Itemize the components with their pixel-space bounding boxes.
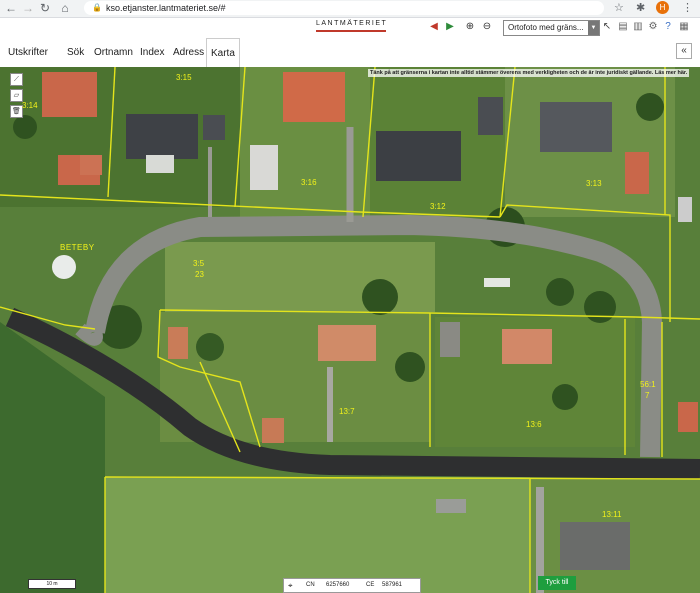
collapse-panel-icon[interactable]: «: [676, 43, 692, 59]
crosshair-icon[interactable]: ⌖: [288, 579, 293, 592]
layer-select[interactable]: Ortofoto med gräns... ▼: [503, 20, 600, 36]
arrow-left-icon[interactable]: ◀: [428, 21, 440, 33]
property-label: 3:15: [176, 73, 192, 82]
map-view[interactable]: Tänk på att gränserna i kartan inte allt…: [0, 67, 700, 593]
property-label: 7: [645, 391, 650, 400]
property-label: 3:5: [193, 259, 205, 268]
zoom-in-icon[interactable]: ⊕: [464, 21, 476, 33]
orthophoto: [0, 67, 700, 593]
property-label: 3:13: [586, 179, 602, 188]
grid-icon[interactable]: ▦: [678, 21, 690, 33]
app-header: LANTMÄTERIET ◀ ▶ ⊕ ⊖ Ortofoto med gräns.…: [0, 18, 700, 38]
tab-index[interactable]: Index: [136, 45, 168, 61]
home-icon[interactable]: ⌂: [58, 1, 72, 15]
feedback-button[interactable]: Tyck till: [538, 576, 576, 590]
arrow-right-icon[interactable]: ▶: [444, 21, 456, 33]
help-icon[interactable]: ?: [662, 21, 674, 33]
tab-utskrifter[interactable]: Utskrifter: [4, 45, 52, 61]
coordinate-readout: ⌖ CN 6257660 CE 587961: [283, 578, 421, 593]
tab-sok[interactable]: Sök: [63, 45, 88, 61]
extensions-icon[interactable]: ✱: [636, 1, 645, 15]
address-bar[interactable]: 🔒 kso.etjanster.lantmateriet.se/#: [84, 1, 604, 15]
place-name: BETEBY: [60, 243, 95, 252]
property-label: 13:7: [339, 407, 355, 416]
property-label: 3:12: [430, 202, 446, 211]
property-label: 13:11: [602, 510, 622, 519]
disclaimer-text[interactable]: Tänk på att gränserna i kartan inte allt…: [368, 69, 690, 77]
logo: LANTMÄTERIET: [316, 20, 386, 34]
tab-karta[interactable]: Karta: [206, 38, 240, 67]
url-text: kso.etjanster.lantmateriet.se/#: [106, 3, 226, 13]
chevron-down-icon: ▼: [588, 21, 599, 35]
browser-toolbar: ← → ↻ ⌂ 🔒 kso.etjanster.lantmateriet.se/…: [0, 0, 700, 18]
zoom-out-icon[interactable]: ⊖: [481, 21, 493, 33]
property-label: 13:6: [526, 420, 542, 429]
tab-adress[interactable]: Adress: [169, 45, 208, 61]
property-label: 23: [195, 270, 204, 279]
measure-distance-icon[interactable]: ⟋: [10, 73, 23, 86]
scale-bar: 10 m: [28, 579, 76, 589]
menu-icon[interactable]: ⋮: [682, 1, 693, 15]
lock-icon: 🔒: [92, 3, 102, 12]
property-label: 56:1: [640, 380, 656, 389]
settings-icon[interactable]: ⚙: [647, 21, 659, 33]
forward-icon[interactable]: →: [21, 1, 35, 15]
avatar[interactable]: H: [656, 1, 669, 14]
property-label: 3:14: [22, 101, 38, 110]
tab-bar: Utskrifter Sök Ortnamn Index Adress Kart…: [0, 38, 700, 68]
property-label: 3:16: [301, 178, 317, 187]
cursor-icon[interactable]: ↖: [601, 21, 613, 33]
back-icon[interactable]: ←: [4, 1, 18, 15]
print-preview-icon[interactable]: ▥: [632, 21, 644, 33]
tab-ortnamn[interactable]: Ortnamn: [90, 45, 137, 61]
star-icon[interactable]: ☆: [614, 1, 624, 15]
reload-icon[interactable]: ↻: [38, 1, 52, 15]
print-icon[interactable]: ▤: [617, 21, 629, 33]
